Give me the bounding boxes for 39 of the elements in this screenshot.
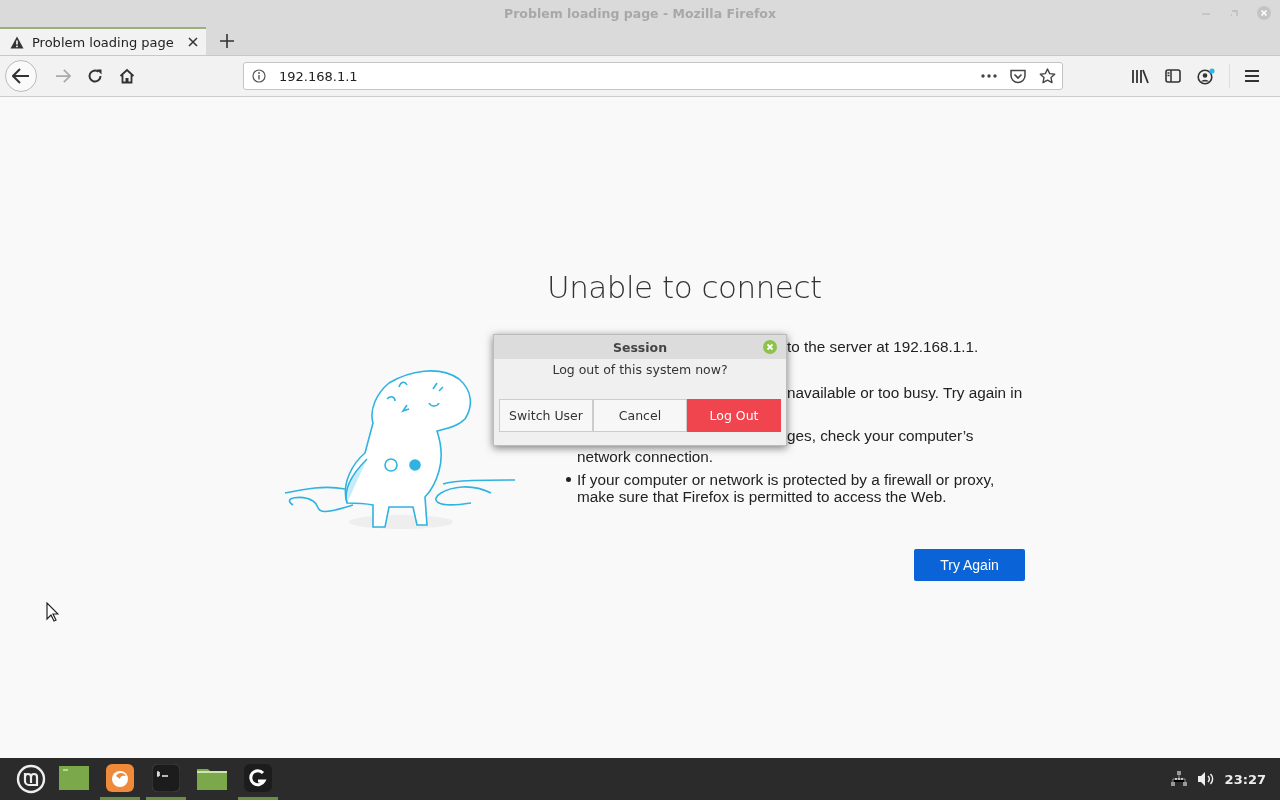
dialog-title: Session [612, 339, 668, 355]
browser-tab[interactable]: Problem loading page [0, 27, 206, 55]
address-bar[interactable]: 192.168.1.1 [243, 62, 1063, 90]
error-text: If your computer or network is protected by a firewall or proxy, make sure that Firefox is permitted to access the Web. [577, 471, 996, 505]
dialog-button[interactable]: Switch User [499, 399, 593, 432]
url-text: 192.168.1.1 [279, 68, 358, 84]
back-button[interactable] [5, 60, 37, 92]
reload-icon[interactable] [87, 68, 103, 84]
home-icon[interactable] [119, 68, 135, 84]
new-tab-icon[interactable] [220, 34, 234, 48]
error-heading: Unable to connect [547, 269, 823, 305]
network-icon[interactable] [1170, 771, 1187, 787]
back-arrow-icon [12, 68, 30, 84]
sidebar-icon[interactable] [1165, 69, 1181, 83]
terminal-icon[interactable] [152, 763, 180, 792]
account-icon[interactable] [1197, 67, 1215, 85]
log-out-button[interactable]: Log Out [687, 399, 781, 432]
pocket-icon[interactable] [1010, 68, 1026, 84]
error-text: ges, check your computer’s [787, 427, 975, 444]
menu-icon[interactable] [1244, 69, 1260, 83]
tab-title: Problem loading page [32, 34, 175, 50]
close-tab-icon[interactable] [188, 37, 198, 47]
more-icon[interactable] [981, 74, 997, 78]
error-text: network connection. [577, 448, 715, 465]
bullet-icon [566, 477, 571, 482]
try-again-button[interactable]: Try Again [914, 549, 1025, 581]
error-text: navailable or too busy. Try again in [787, 384, 1024, 401]
dialog-button[interactable]: Cancel [593, 399, 687, 432]
mint-menu-icon[interactable] [16, 764, 46, 794]
library-icon[interactable] [1131, 68, 1149, 84]
volume-icon[interactable] [1196, 771, 1215, 787]
warning-icon [10, 35, 24, 49]
info-icon[interactable] [252, 69, 266, 83]
mouse-pointer-icon [46, 602, 59, 622]
clock[interactable]: 23:27 [1224, 771, 1266, 787]
bookmark-star-icon[interactable] [1039, 68, 1056, 84]
error-text: to the server at 192.168.1.1. [787, 338, 980, 355]
desktop-icon[interactable] [59, 765, 89, 790]
dialog-message: Log out of this system now? [551, 362, 729, 377]
